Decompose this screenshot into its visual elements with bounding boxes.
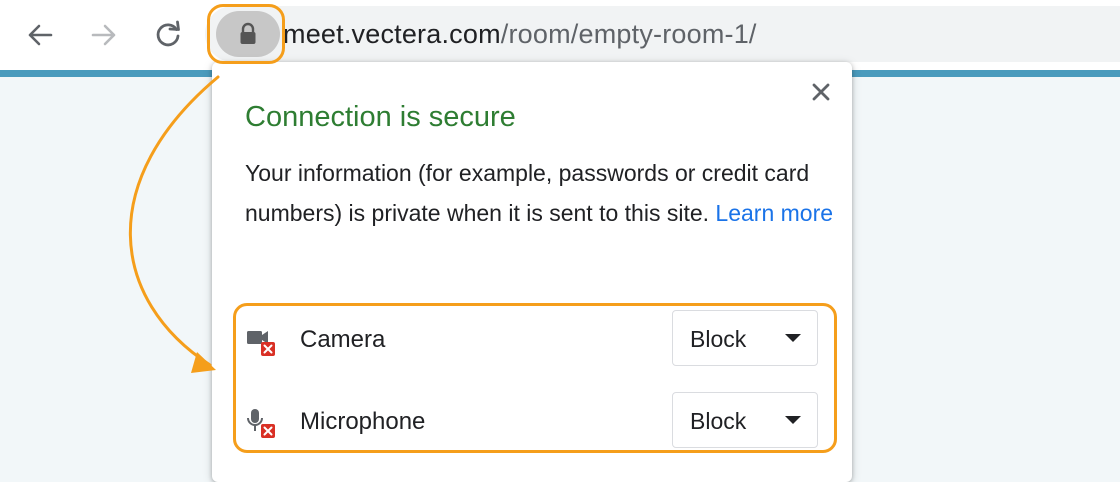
annotation-arrow <box>128 75 220 373</box>
